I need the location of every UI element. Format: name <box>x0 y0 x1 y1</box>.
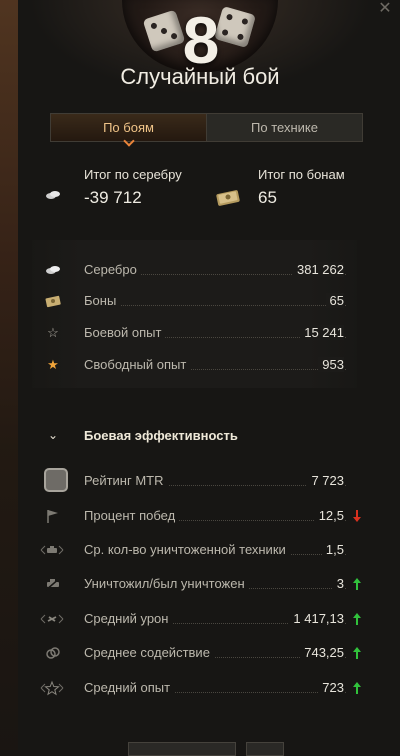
item-value: 65 <box>325 293 344 308</box>
item-label: Рейтинг MTR <box>84 473 168 488</box>
item-label: Процент побед <box>84 508 180 523</box>
item-label: Боны <box>84 293 121 308</box>
bonds-total-value: 65 <box>258 188 277 207</box>
item-label: Уничтожил/был уничтожен <box>84 576 249 591</box>
list-item-avg-damage: Средний урон 1 417,13 <box>0 609 400 629</box>
background-art-left <box>0 0 18 750</box>
list-item-silver: Серебро 381 262 <box>0 260 400 280</box>
item-value: 1 417,13 <box>289 611 344 626</box>
list-item-battle-xp: ☆ Боевой опыт 15 241 <box>0 323 400 343</box>
item-value: 743,25 <box>300 645 344 660</box>
trend-up-icon <box>353 613 361 625</box>
page-title: Случайный бой <box>120 64 280 89</box>
silver-total-label: Итог по серебру <box>84 167 182 182</box>
list-item-kill-death: Уничтожил/был уничтожен 3 <box>0 574 400 594</box>
list-item-mtr: Рейтинг MTR 7 723 <box>0 468 400 492</box>
list-item-avg-destroyed: Ср. кол-во уничтоженной техники 1,5 <box>0 540 400 560</box>
list-item-avg-assist: Среднее содействие 743,25 <box>0 643 400 663</box>
item-label: Среднее содействие <box>84 645 214 660</box>
free-xp-star-icon: ★ <box>47 357 59 372</box>
section-title-efficiency[interactable]: Боевая эффективность <box>84 428 238 443</box>
item-label: Серебро <box>84 262 141 277</box>
destroyed-vehicle-icon <box>40 545 64 555</box>
bottom-button[interactable] <box>128 742 236 756</box>
item-label: Ср. кол-во уничтоженной техники <box>84 542 290 557</box>
bottom-button[interactable] <box>246 742 284 756</box>
item-value: 12,5 <box>314 508 344 523</box>
silver-icon <box>46 266 60 274</box>
item-value: 1,5 <box>321 542 344 557</box>
view-tabs: По боям По технике <box>50 113 363 142</box>
item-label: Боевой опыт <box>84 325 166 340</box>
chevron-down-icon[interactable]: ⌄ <box>48 428 58 442</box>
flag-icon <box>47 510 58 523</box>
average-xp-icon <box>40 680 64 696</box>
tab-by-vehicles[interactable]: По технике <box>207 114 362 141</box>
trend-up-icon <box>353 682 361 694</box>
trend-down-icon <box>353 510 361 522</box>
item-value: 381 262 <box>293 262 344 277</box>
bond-icon <box>45 295 61 308</box>
item-label: Средний опыт <box>84 680 175 695</box>
item-label: Средний урон <box>84 611 173 626</box>
tab-by-battles[interactable]: По боям <box>51 114 207 141</box>
trend-up-icon <box>353 647 361 659</box>
item-value: 953 <box>318 357 344 372</box>
bond-icon <box>216 190 240 206</box>
trend-up-icon <box>353 578 361 590</box>
battle-xp-star-icon: ☆ <box>47 325 59 340</box>
damage-icon <box>40 614 64 624</box>
kill-death-icon <box>45 577 61 591</box>
list-item-bonds: Боны 65 <box>0 291 400 311</box>
list-item-free-xp: ★ Свободный опыт 953 <box>0 355 400 375</box>
assist-icon <box>46 647 60 659</box>
item-value: 3 <box>332 576 344 591</box>
item-value: 15 241 <box>300 325 344 340</box>
bonds-total-label: Итог по бонам <box>258 167 345 182</box>
list-item-win-rate: Процент побед 12,5 <box>0 506 400 526</box>
silver-icon <box>46 191 60 199</box>
list-item-avg-xp: Средний опыт 723 <box>0 678 400 698</box>
item-value: 7 723 <box>307 473 344 488</box>
item-value: 723 <box>318 680 344 695</box>
silver-total-value: -39 712 <box>84 188 142 207</box>
mtr-rating-icon <box>44 468 68 492</box>
item-label: Свободный опыт <box>84 357 191 372</box>
